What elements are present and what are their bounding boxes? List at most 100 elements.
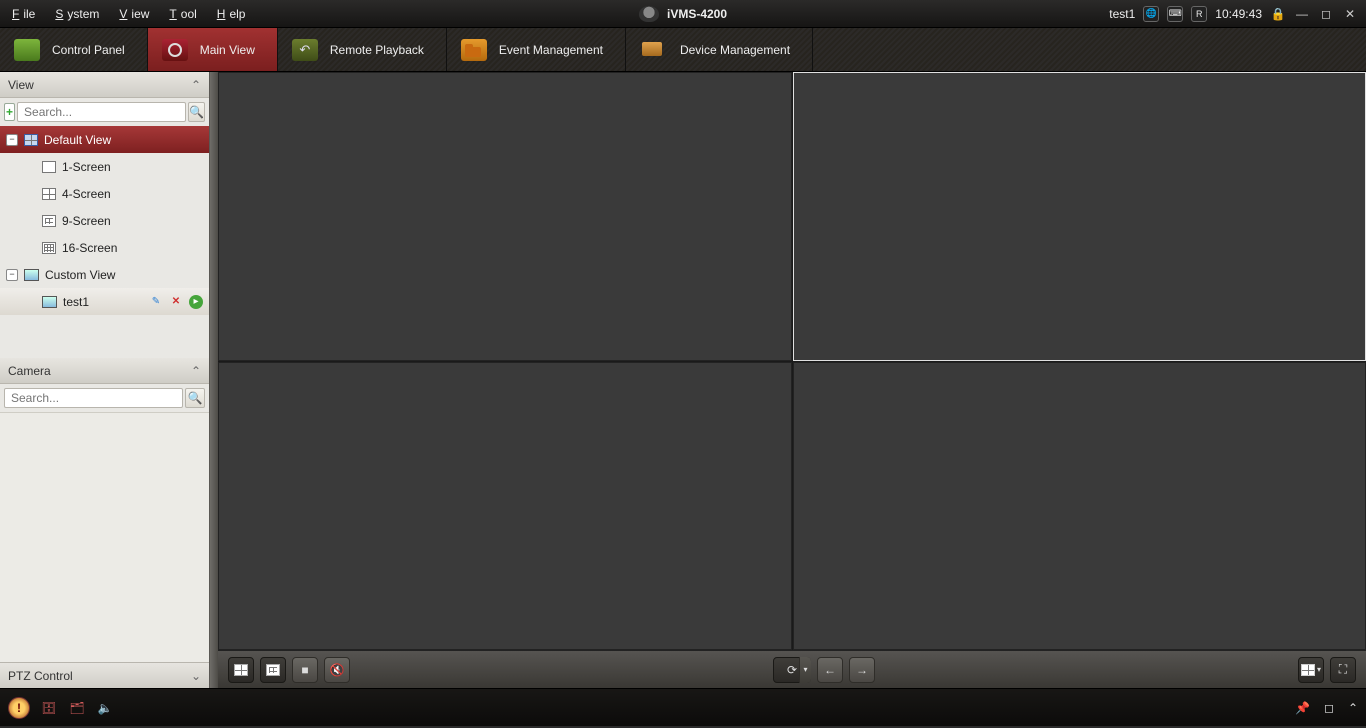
- title-bar: File System View Tool Help iVMS-4200 tes…: [0, 0, 1366, 28]
- video-cell-4[interactable]: [793, 362, 1366, 651]
- close-button[interactable]: ✕: [1342, 7, 1358, 21]
- tree-9-screen[interactable]: 9-Screen: [0, 207, 209, 234]
- screen1-icon: [42, 161, 56, 173]
- camera-panel: Camera ⌃ 🔍: [0, 358, 209, 662]
- dropdown-icon[interactable]: ▾: [799, 657, 811, 683]
- video-area: ■ 🔇 ⟳▾ ← → ▾ ⛶: [218, 72, 1366, 688]
- status-right: 📌 ◻ ⌃: [1295, 701, 1358, 715]
- ram-icon[interactable]: R: [1191, 6, 1207, 22]
- layout-2-button[interactable]: [260, 657, 286, 683]
- sidebar: View ⌃ + 🔍 − Default View 1-Screen 4-Scr…: [0, 72, 210, 688]
- status-bar: ! 🗄 🗂 🔈 📌 ◻ ⌃: [0, 688, 1366, 726]
- tab-label: Control Panel: [52, 43, 125, 57]
- tab-label: Main View: [200, 43, 255, 57]
- grid-icon: [1301, 664, 1315, 676]
- lock-icon[interactable]: 🔒: [1270, 7, 1286, 21]
- content: View ⌃ + 🔍 − Default View 1-Screen 4-Scr…: [0, 72, 1366, 688]
- grid-icon: [14, 39, 40, 61]
- tree-4-screen[interactable]: 4-Screen: [0, 180, 209, 207]
- maximize-button[interactable]: ◻: [1318, 7, 1334, 21]
- menu-system[interactable]: System: [51, 5, 107, 23]
- keyboard-icon[interactable]: ⌨: [1167, 6, 1183, 22]
- menu-help[interactable]: Help: [213, 5, 254, 23]
- video-cell-3[interactable]: [218, 362, 792, 651]
- screen4-icon: [42, 188, 56, 200]
- video-controls: ■ 🔇 ⟳▾ ← → ▾ ⛶: [218, 650, 1366, 688]
- collapse-toggle[interactable]: −: [6, 134, 18, 146]
- device-icon: [640, 39, 668, 61]
- user-label: test1: [1109, 7, 1135, 21]
- tree-label: 9-Screen: [62, 214, 111, 228]
- restore-icon[interactable]: ◻: [1324, 701, 1334, 715]
- stop-button[interactable]: ■: [292, 657, 318, 683]
- pin-icon[interactable]: 📌: [1295, 701, 1310, 715]
- ptz-panel-title: PTZ Control: [8, 669, 73, 683]
- chevron-down-icon: ▾: [1317, 665, 1321, 674]
- tab-label: Remote Playback: [330, 43, 424, 57]
- tab-control-panel[interactable]: Control Panel: [0, 28, 148, 71]
- playback-icon: [292, 39, 318, 61]
- view-group-icon: [24, 134, 38, 146]
- video-cell-2[interactable]: [793, 72, 1366, 361]
- tree-label: test1: [63, 295, 89, 309]
- view-search-row: + 🔍: [0, 98, 209, 126]
- prev-button[interactable]: ←: [817, 657, 843, 683]
- tree-custom-item[interactable]: test1 ✎ ✕ ▸: [0, 288, 209, 315]
- search-button[interactable]: 🔍: [185, 388, 205, 408]
- view-search-input[interactable]: [17, 102, 186, 122]
- collapse-toggle[interactable]: −: [6, 269, 18, 281]
- custom-view-icon: [42, 296, 57, 308]
- mute-button[interactable]: 🔇: [324, 657, 350, 683]
- search-button[interactable]: 🔍: [188, 102, 205, 122]
- video-cell-1[interactable]: [218, 72, 792, 361]
- menu-tool[interactable]: Tool: [165, 5, 204, 23]
- video-grid: [218, 72, 1366, 650]
- sidebar-resize-handle[interactable]: [210, 72, 218, 688]
- camera-search-row: 🔍: [0, 384, 209, 412]
- collapse-icon[interactable]: ⌃: [191, 364, 201, 378]
- layout-1-button[interactable]: [228, 657, 254, 683]
- delete-icon[interactable]: ✕: [169, 295, 183, 309]
- grid-mode-button[interactable]: ▾: [1298, 657, 1324, 683]
- app-title-text: iVMS-4200: [667, 7, 727, 21]
- camera-search-input[interactable]: [4, 388, 183, 408]
- edit-icon[interactable]: ✎: [149, 295, 163, 309]
- tab-remote-playback[interactable]: Remote Playback: [278, 28, 447, 71]
- tree-custom-view[interactable]: − Custom View: [0, 261, 209, 288]
- camera-panel-header[interactable]: Camera ⌃: [0, 358, 209, 384]
- expand-up-icon[interactable]: ⌃: [1348, 701, 1358, 715]
- cycle-button[interactable]: ⟳▾: [773, 657, 811, 683]
- tree-16-screen[interactable]: 16-Screen: [0, 234, 209, 261]
- tree-default-view[interactable]: − Default View: [0, 126, 209, 153]
- menu-bar: File System View Tool Help: [8, 5, 253, 23]
- audio-off-icon[interactable]: 🔈: [96, 699, 114, 717]
- add-view-button[interactable]: +: [4, 103, 15, 121]
- camera-list: [0, 412, 209, 662]
- fullscreen-button[interactable]: ⛶: [1330, 657, 1356, 683]
- screen9-icon: [42, 215, 56, 227]
- motion-log-icon[interactable]: 🗄: [40, 699, 58, 717]
- tab-device-management[interactable]: Device Management: [626, 28, 813, 71]
- next-button[interactable]: →: [849, 657, 875, 683]
- menu-file[interactable]: File: [8, 5, 43, 23]
- expand-icon[interactable]: ⌄: [191, 669, 201, 683]
- camera-panel-title: Camera: [8, 364, 51, 378]
- clock: 10:49:43: [1215, 7, 1262, 21]
- camera-icon: [639, 6, 659, 22]
- event-log-icon[interactable]: 🗂: [68, 699, 86, 717]
- play-icon[interactable]: ▸: [189, 295, 203, 309]
- collapse-icon[interactable]: ⌃: [191, 78, 201, 92]
- main-tabs: Control Panel Main View Remote Playback …: [0, 28, 1366, 72]
- tree-label: 1-Screen: [62, 160, 111, 174]
- minimize-button[interactable]: —: [1294, 7, 1310, 21]
- tree-1-screen[interactable]: 1-Screen: [0, 153, 209, 180]
- menu-view[interactable]: View: [115, 5, 157, 23]
- alarm-icon[interactable]: !: [8, 697, 30, 719]
- ptz-panel-header[interactable]: PTZ Control ⌄: [0, 662, 209, 688]
- tab-main-view[interactable]: Main View: [148, 28, 278, 71]
- layout-icon: [234, 664, 248, 676]
- tab-event-management[interactable]: Event Management: [447, 28, 626, 71]
- app-title: iVMS-4200: [639, 6, 727, 22]
- globe-icon[interactable]: 🌐: [1143, 6, 1159, 22]
- view-panel-header[interactable]: View ⌃: [0, 72, 209, 98]
